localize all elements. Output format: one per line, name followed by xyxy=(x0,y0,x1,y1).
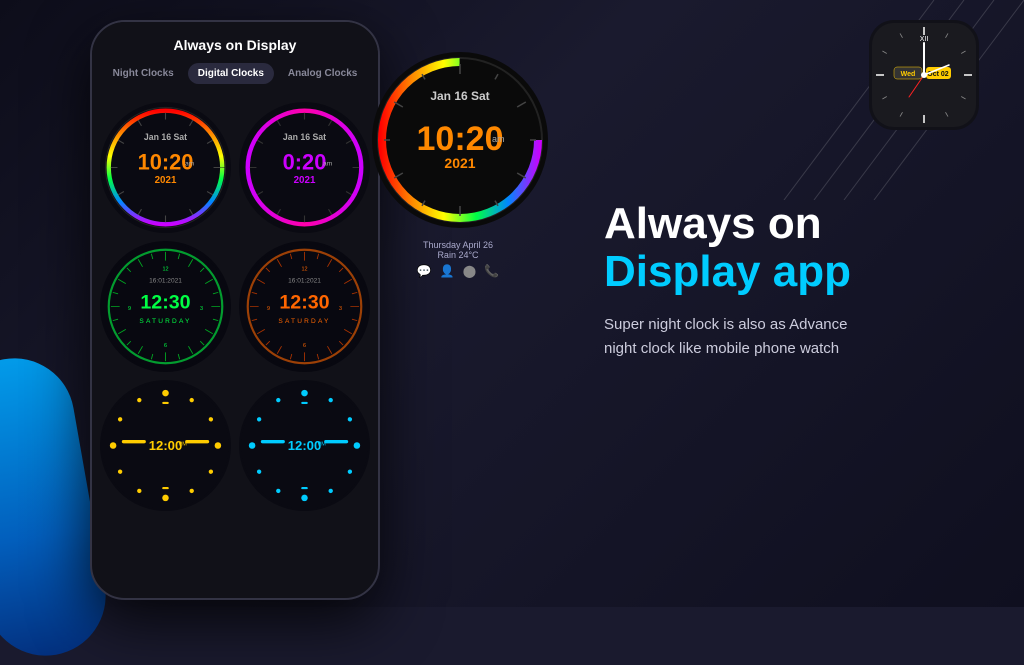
svg-text:16:01:2021: 16:01:2021 xyxy=(288,277,321,284)
svg-text:16:01:2021: 16:01:2021 xyxy=(149,277,182,284)
phone-app-title: Always on Display xyxy=(102,37,368,53)
svg-text:am: am xyxy=(185,160,195,167)
svg-text:Jan 16 Sat: Jan 16 Sat xyxy=(283,132,326,142)
svg-text:2021: 2021 xyxy=(294,175,316,186)
svg-text:12:00: 12:00 xyxy=(288,438,322,453)
svg-text:am: am xyxy=(492,134,505,144)
svg-text:12:00: 12:00 xyxy=(149,438,183,453)
phone-header: Always on Display Night Clocks Digital C… xyxy=(92,22,378,94)
svg-text:Jan 16 Sat: Jan 16 Sat xyxy=(430,89,489,103)
tabs-row: Night Clocks Digital Clocks Analog Clock… xyxy=(102,63,368,84)
svg-text:12:30: 12:30 xyxy=(140,292,190,314)
svg-text:3: 3 xyxy=(339,306,342,312)
tab-digital-clocks[interactable]: Digital Clocks xyxy=(188,63,274,84)
status-icons-row: 💬 👤 ⬤ 📞 xyxy=(368,264,548,278)
svg-text:0:20: 0:20 xyxy=(283,150,327,175)
svg-text:12: 12 xyxy=(162,266,168,272)
svg-text:12: 12 xyxy=(301,266,307,272)
large-clock-display: Jan 16 Sat 10:20 am 2021 xyxy=(370,50,550,230)
svg-text:3: 3 xyxy=(200,306,203,312)
clock-rainbow-2[interactable]: Jan 16 Sat 0:20 am 2021 xyxy=(239,102,370,233)
clock-digital-orange[interactable]: 12 3 6 9 16:01:2021 12:30 SATURDAY xyxy=(239,241,370,372)
phone-info-section: Thursday April 26 Rain 24°C 💬 👤 ⬤ 📞 xyxy=(368,240,548,278)
phone-weather-display: Rain 24°C xyxy=(368,250,548,260)
wechat-icon: 💬 xyxy=(417,264,432,278)
svg-text:Wed: Wed xyxy=(901,71,916,78)
contacts-icon: 👤 xyxy=(440,264,455,278)
clock-grid: Jan 16 Sat 10:20 am 2021 xyxy=(92,94,378,519)
svg-text:2021: 2021 xyxy=(444,155,475,171)
phone-mockup: Always on Display Night Clocks Digital C… xyxy=(90,20,380,600)
dot-icon: ⬤ xyxy=(463,264,476,278)
app-description: Super night clock is also as Advancenigh… xyxy=(604,313,934,361)
svg-text:Jan 16 Sat: Jan 16 Sat xyxy=(144,132,187,142)
svg-text:am: am xyxy=(323,160,333,167)
svg-text:9: 9 xyxy=(128,306,131,312)
clock-minimal-yellow[interactable]: 12:00 PM xyxy=(100,380,231,511)
app-title-line2: Display app xyxy=(604,248,974,296)
right-text-content: Always on Display app Super night clock … xyxy=(604,200,974,361)
clock-minimal-cyan[interactable]: 12:00 PM xyxy=(239,380,370,511)
svg-text:PM: PM xyxy=(318,442,327,448)
svg-text:12:30: 12:30 xyxy=(279,292,329,314)
clock-digital-green[interactable]: 12 3 6 9 16:01:2021 12:30 SATURDAY xyxy=(100,241,231,372)
svg-text:6: 6 xyxy=(164,343,167,349)
phone-icon: 📞 xyxy=(484,264,499,278)
svg-text:9: 9 xyxy=(267,306,270,312)
svg-text:6: 6 xyxy=(303,343,306,349)
tab-night-clocks[interactable]: Night Clocks xyxy=(103,63,184,84)
svg-text:SATURDAY: SATURDAY xyxy=(278,318,330,325)
clock-rainbow-1[interactable]: Jan 16 Sat 10:20 am 2021 xyxy=(100,102,231,233)
tab-analog-clocks[interactable]: Analog Clocks xyxy=(278,63,367,84)
svg-text:SATURDAY: SATURDAY xyxy=(139,318,191,325)
svg-text:XII: XII xyxy=(920,36,929,43)
svg-text:PM: PM xyxy=(179,442,188,448)
svg-text:2021: 2021 xyxy=(155,175,177,186)
watch-face-widget: XII Wed Oct 02 xyxy=(864,15,984,135)
app-title-line1: Always on xyxy=(604,200,974,248)
svg-text:10:20: 10:20 xyxy=(417,120,504,158)
phone-date-display: Thursday April 26 xyxy=(368,240,548,250)
